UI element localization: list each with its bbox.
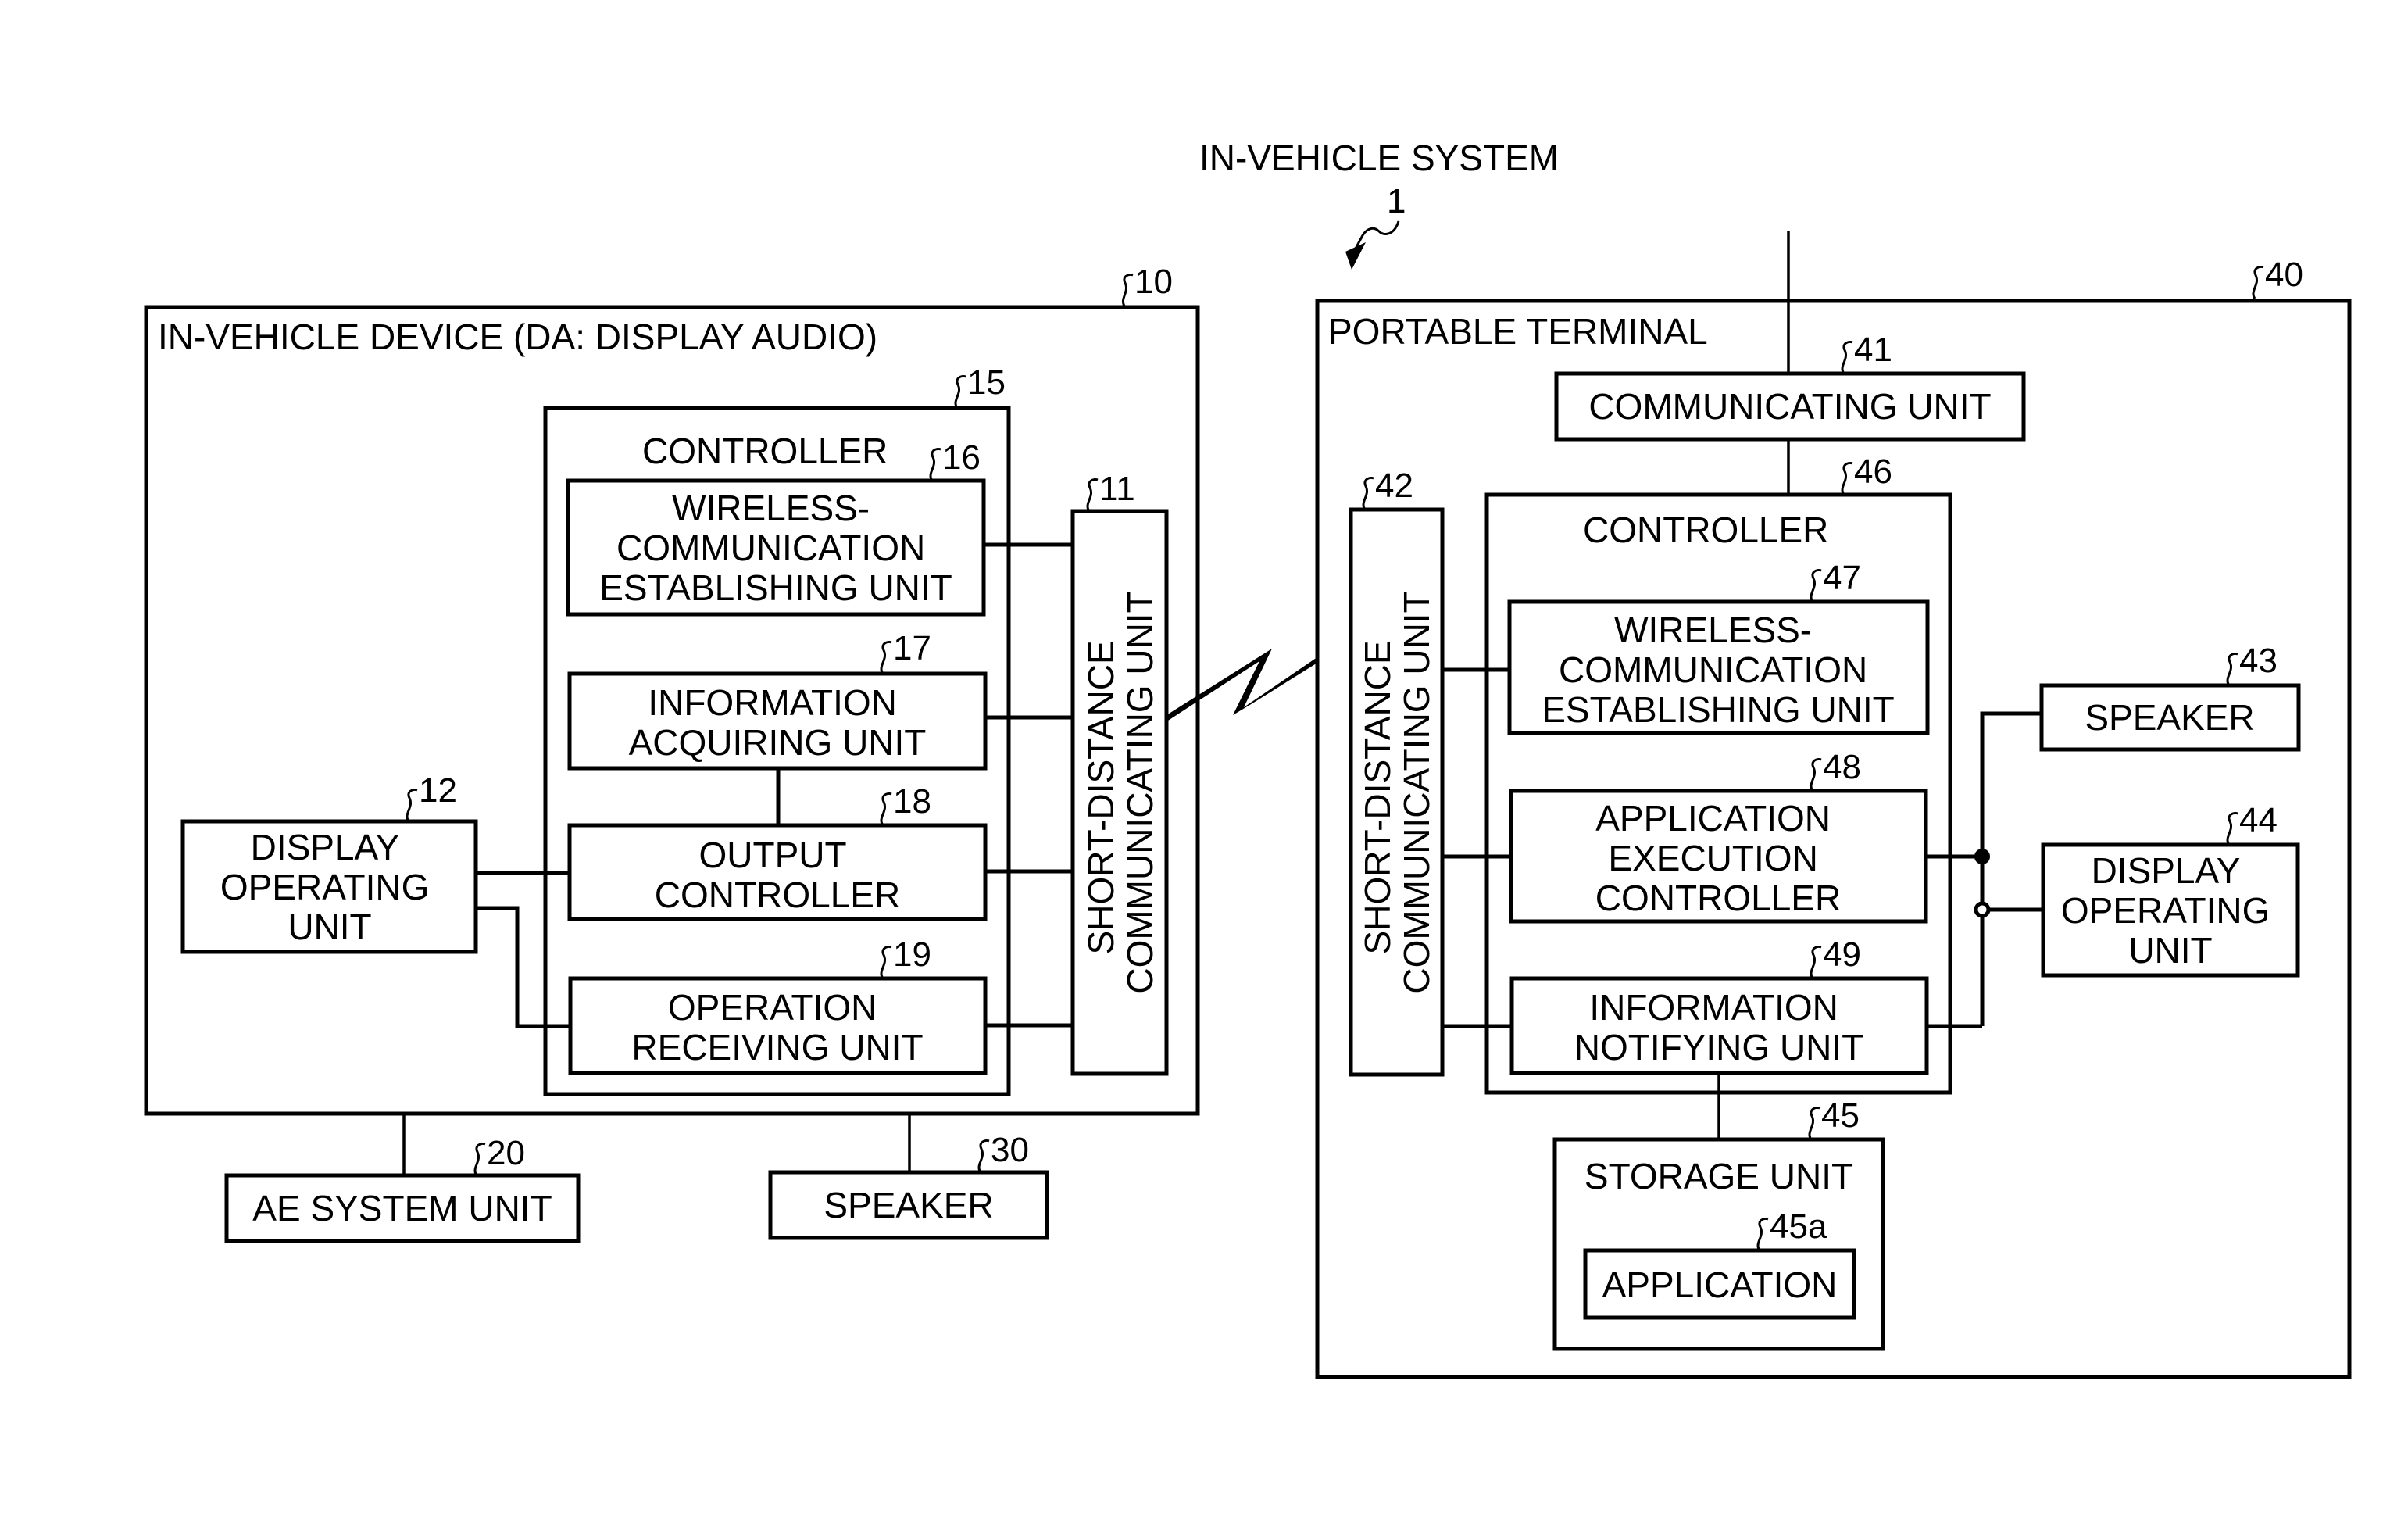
ref-leader-10: [1121, 274, 1134, 308]
ref-44: 44: [2239, 801, 2278, 839]
ref-20: 20: [487, 1134, 525, 1172]
ref-18: 18: [893, 782, 931, 821]
controller-46-label: CONTROLLER: [1583, 510, 1828, 550]
in-vehicle-device-label: IN-VEHICLE DEVICE (DA: DISPLAY AUDIO): [158, 317, 877, 357]
communicating-unit-label: COMMUNICATING UNIT: [1588, 386, 1991, 427]
ref-16: 16: [942, 438, 981, 477]
application-label: APPLICATION: [1602, 1264, 1838, 1305]
ref-49: 49: [1823, 935, 1861, 974]
junction-dot-filled: [1974, 849, 1990, 864]
unit-11-label: SHORT-DISTANCE COMMUNICATING UNIT: [1081, 591, 1160, 993]
ref-15: 15: [967, 363, 1006, 402]
ref-leader-40: [2252, 266, 2264, 299]
unit-17-label: INFORMATION ACQUIRING UNIT: [629, 682, 927, 763]
ref-47: 47: [1823, 559, 1861, 597]
ae-system-unit-label: AE SYSTEM UNIT: [252, 1188, 552, 1229]
storage-unit-label: STORAGE UNIT: [1584, 1156, 1853, 1196]
ref-30: 30: [991, 1131, 1029, 1169]
ref-19: 19: [893, 935, 931, 974]
unit-42-label: SHORT-DISTANCE COMMUNICATING UNIT: [1357, 591, 1437, 993]
unit-19-label: OPERATION RECEIVING UNIT: [631, 987, 923, 1068]
system-title: IN-VEHICLE SYSTEM: [1199, 138, 1559, 178]
ref-46: 46: [1854, 452, 1892, 491]
ref-40: 40: [2265, 256, 2303, 294]
ref-leader-20: [473, 1143, 486, 1176]
system-ref-number: 1: [1387, 182, 1406, 220]
ref-leader-30: [977, 1139, 990, 1173]
unit-48-label: APPLICATION EXECUTION CONTROLLER: [1595, 798, 1841, 918]
unit-49-label: INFORMATION NOTIFYING UNIT: [1574, 987, 1864, 1068]
ref-45: 45: [1821, 1096, 1860, 1135]
ref-48: 48: [1823, 748, 1861, 786]
portable-terminal-label: PORTABLE TERMINAL: [1328, 311, 1708, 352]
controller-15-label: CONTROLLER: [642, 431, 888, 471]
junction-dot-open: [1974, 901, 1991, 918]
system-ref-arrow-icon: [1345, 220, 1400, 270]
ref-10: 10: [1134, 263, 1173, 301]
speaker-30-label: SPEAKER: [824, 1185, 993, 1225]
ref-12: 12: [419, 771, 457, 810]
ref-42: 42: [1375, 467, 1413, 505]
ref-43: 43: [2239, 642, 2278, 680]
ref-11: 11: [1099, 470, 1135, 508]
ref-17: 17: [893, 629, 931, 667]
ref-45a: 45a: [1770, 1207, 1827, 1246]
block-diagram: IN-VEHICLE SYSTEM 1 IN-VEHICLE DEVICE (D…: [144, 138, 2352, 1379]
speaker-43-label: SPEAKER: [2085, 697, 2254, 738]
ref-41: 41: [1854, 331, 1892, 369]
